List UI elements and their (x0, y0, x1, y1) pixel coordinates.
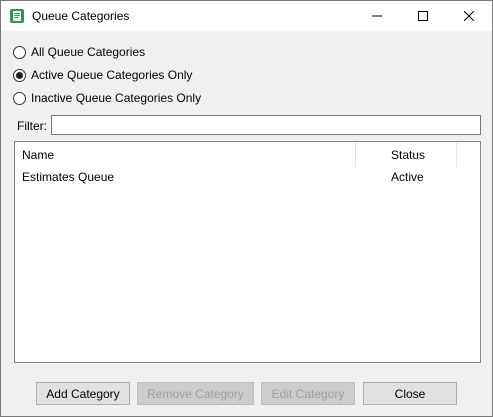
filter-label: Filter: (17, 119, 47, 133)
radio-label: All Queue Categories (31, 45, 146, 59)
radio-all-categories[interactable]: All Queue Categories (13, 44, 145, 60)
radio-label: Active Queue Categories Only (31, 68, 193, 82)
remove-category-button[interactable]: Remove Category (137, 382, 254, 405)
maximize-button[interactable] (400, 1, 446, 31)
radio-button[interactable] (13, 68, 26, 82)
title-bar[interactable]: Queue Categories (1, 1, 492, 31)
minimize-button[interactable] (354, 1, 400, 31)
cell-name: Estimates Queue (22, 170, 115, 184)
list-header: Name Status (15, 142, 480, 167)
close-icon (464, 11, 474, 21)
add-category-button[interactable]: Add Category (36, 382, 130, 405)
filter-input[interactable] (51, 115, 481, 135)
column-header-name[interactable]: Name (15, 142, 356, 167)
column-header-status[interactable]: Status (356, 142, 457, 167)
close-window-button[interactable] (446, 1, 492, 31)
radio-label: Inactive Queue Categories Only (31, 91, 202, 105)
categories-list[interactable]: Name Status Estimates Queue Active (14, 141, 481, 363)
cell-status: Active (391, 170, 424, 184)
minimize-icon (372, 15, 382, 17)
table-row[interactable]: Estimates Queue Active (15, 168, 480, 187)
close-button[interactable]: Close (363, 382, 457, 405)
window-title: Queue Categories (32, 9, 130, 23)
radio-button[interactable] (13, 91, 26, 105)
queue-app-icon (9, 8, 25, 24)
radio-button[interactable] (13, 45, 26, 59)
queue-categories-window: Queue Categories All Queue Categories Ac… (0, 0, 493, 417)
radio-active-categories[interactable]: Active Queue Categories Only (13, 67, 192, 83)
maximize-icon (418, 11, 428, 21)
radio-inactive-categories[interactable]: Inactive Queue Categories Only (13, 90, 201, 106)
edit-category-button[interactable]: Edit Category (261, 382, 355, 405)
